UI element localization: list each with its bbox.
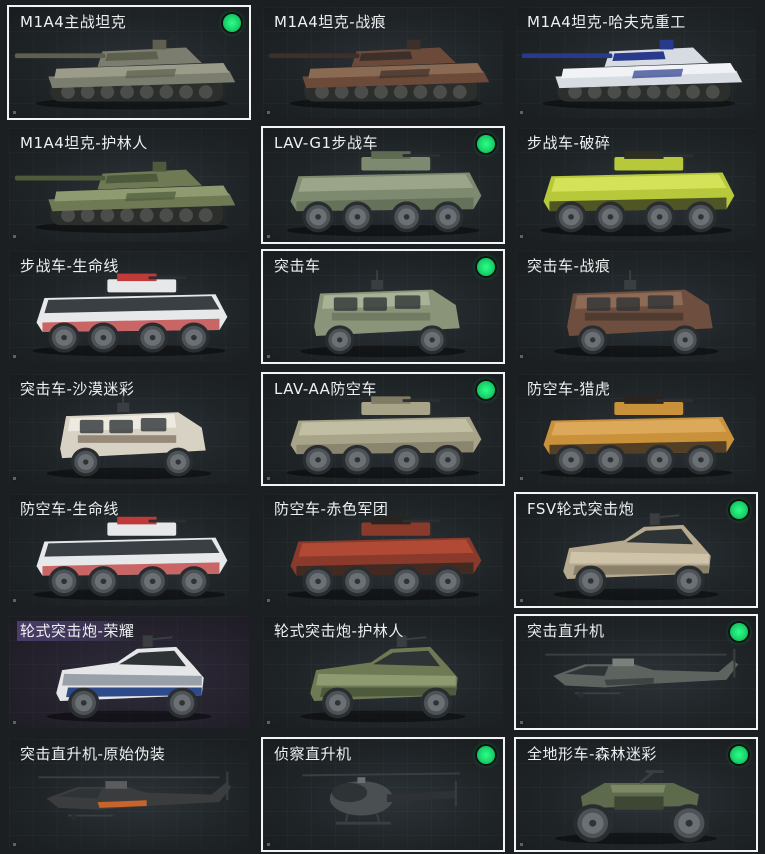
vehicle-skin-card[interactable]: 防空车-生命线 bbox=[7, 492, 251, 608]
vehicle-skin-name: 突击车-战痕 bbox=[527, 257, 611, 275]
corner-marker bbox=[267, 721, 270, 724]
vehicle-skin-card[interactable]: LAV-AA防空车 bbox=[261, 372, 505, 486]
vehicle-skin-grid: M1A4主战坦克 M1A4坦克-战痕 M1A4坦克-哈夫克重工 M1A4坦克-护… bbox=[0, 0, 765, 854]
vehicle-skin-card[interactable]: M1A4主战坦克 bbox=[7, 5, 251, 120]
corner-marker bbox=[520, 355, 523, 358]
vehicle-skin-card[interactable]: LAV-G1步战车 bbox=[261, 126, 505, 244]
vehicle-skin-name: 侦察直升机 bbox=[274, 745, 352, 763]
vehicle-skin-card[interactable]: 步战车-生命线 bbox=[7, 249, 251, 364]
owned-status-icon bbox=[477, 381, 495, 399]
owned-status-icon bbox=[477, 746, 495, 764]
vehicle-skin-card[interactable]: 步战车-破碎 bbox=[514, 126, 758, 244]
vehicle-skin-card[interactable]: M1A4坦克-战痕 bbox=[261, 5, 505, 120]
vehicle-skin-name: 突击车 bbox=[274, 257, 321, 275]
corner-marker bbox=[13, 599, 16, 602]
owned-status-icon bbox=[730, 501, 748, 519]
vehicle-skin-name: 防空车-生命线 bbox=[20, 500, 119, 518]
corner-marker bbox=[267, 235, 270, 238]
vehicle-skin-card[interactable]: FSV轮式突击炮 bbox=[514, 492, 758, 608]
vehicle-skin-card[interactable]: 轮式突击炮-荣耀 bbox=[7, 614, 251, 730]
vehicle-skin-card[interactable]: 突击直升机-原始伪装 bbox=[7, 737, 251, 852]
vehicle-skin-card[interactable]: 全地形车-森林迷彩 bbox=[514, 737, 758, 852]
vehicle-skin-name: M1A4坦克-战痕 bbox=[274, 13, 387, 31]
vehicle-skin-card[interactable]: 突击车-战痕 bbox=[514, 249, 758, 364]
corner-marker bbox=[520, 235, 523, 238]
vehicle-skin-name: M1A4主战坦克 bbox=[20, 13, 127, 31]
vehicle-skin-card[interactable]: 突击车 bbox=[261, 249, 505, 364]
vehicle-skin-name: 突击车-沙漠迷彩 bbox=[20, 380, 135, 398]
vehicle-skin-name: LAV-AA防空车 bbox=[274, 380, 377, 398]
corner-marker bbox=[13, 721, 16, 724]
owned-status-icon bbox=[477, 135, 495, 153]
vehicle-skin-name: FSV轮式突击炮 bbox=[527, 500, 635, 518]
vehicle-skin-name: 步战车-破碎 bbox=[527, 134, 611, 152]
owned-status-icon bbox=[223, 14, 241, 32]
owned-status-icon bbox=[730, 623, 748, 641]
vehicle-skin-name: M1A4坦克-护林人 bbox=[20, 134, 148, 152]
corner-marker bbox=[520, 721, 523, 724]
corner-marker bbox=[13, 355, 16, 358]
corner-marker bbox=[267, 111, 270, 114]
owned-status-icon bbox=[730, 746, 748, 764]
vehicle-skin-card[interactable]: 防空车-赤色军团 bbox=[261, 492, 505, 608]
vehicle-skin-name: 突击直升机-原始伪装 bbox=[20, 745, 166, 763]
corner-marker bbox=[520, 111, 523, 114]
corner-marker bbox=[267, 599, 270, 602]
corner-marker bbox=[13, 235, 16, 238]
vehicle-skin-card[interactable]: 侦察直升机 bbox=[261, 737, 505, 852]
corner-marker bbox=[13, 111, 16, 114]
vehicle-skin-name: 防空车-赤色军团 bbox=[274, 500, 389, 518]
vehicle-skin-card[interactable]: M1A4坦克-护林人 bbox=[7, 126, 251, 244]
owned-status-icon bbox=[477, 258, 495, 276]
vehicle-skin-name: 轮式突击炮-护林人 bbox=[274, 622, 404, 640]
corner-marker bbox=[267, 843, 270, 846]
vehicle-skin-name: 轮式突击炮-荣耀 bbox=[17, 621, 138, 641]
vehicle-skin-card[interactable]: 突击车-沙漠迷彩 bbox=[7, 372, 251, 486]
vehicle-skin-name: 突击直升机 bbox=[527, 622, 605, 640]
vehicle-skin-card[interactable]: 防空车-猎虎 bbox=[514, 372, 758, 486]
corner-marker bbox=[13, 477, 16, 480]
vehicle-skin-name: 步战车-生命线 bbox=[20, 257, 119, 275]
corner-marker bbox=[13, 843, 16, 846]
vehicle-skin-name: 全地形车-森林迷彩 bbox=[527, 745, 657, 763]
vehicle-skin-card[interactable]: M1A4坦克-哈夫克重工 bbox=[514, 5, 758, 120]
vehicle-skin-name: 防空车-猎虎 bbox=[527, 380, 611, 398]
vehicle-skin-name: LAV-G1步战车 bbox=[274, 134, 379, 152]
corner-marker bbox=[520, 599, 523, 602]
vehicle-skin-name: M1A4坦克-哈夫克重工 bbox=[527, 13, 686, 31]
corner-marker bbox=[267, 477, 270, 480]
vehicle-skin-card[interactable]: 轮式突击炮-护林人 bbox=[261, 614, 505, 730]
corner-marker bbox=[267, 355, 270, 358]
vehicle-skin-card[interactable]: 突击直升机 bbox=[514, 614, 758, 730]
corner-marker bbox=[520, 477, 523, 480]
corner-marker bbox=[520, 843, 523, 846]
